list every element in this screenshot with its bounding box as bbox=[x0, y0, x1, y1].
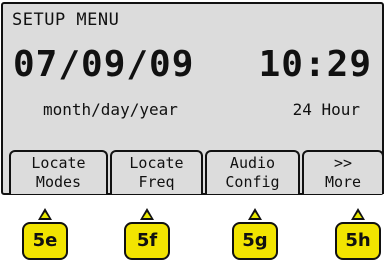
lcd-display: SETUP MENU 07/09/09 10:29 month/day/year… bbox=[1, 2, 384, 195]
softkey-label-line2: Freq bbox=[138, 173, 175, 191]
softkey-label-line2: Config bbox=[225, 173, 280, 191]
date-value: 07/09/09 bbox=[13, 44, 195, 85]
softkey-label-line1: Audio bbox=[229, 154, 276, 172]
softkey-locate-modes[interactable]: Locate Modes bbox=[9, 150, 108, 194]
softkey-label-line1: Locate bbox=[31, 154, 86, 172]
softkey-label-line1: >> bbox=[333, 154, 353, 172]
key-button-5f[interactable]: 5f bbox=[124, 222, 170, 260]
softkey-audio-config[interactable]: Audio Config bbox=[205, 150, 300, 194]
key-button-5g[interactable]: 5g bbox=[232, 222, 278, 260]
key-button-5e[interactable]: 5e bbox=[22, 222, 68, 260]
softkey-label-line2: Modes bbox=[35, 173, 82, 191]
time-format-label: 24 Hour bbox=[292, 100, 360, 119]
key-button-5h[interactable]: 5h bbox=[335, 222, 381, 260]
menu-title: SETUP MENU bbox=[12, 10, 120, 30]
time-value: 10:29 bbox=[258, 44, 372, 85]
pointer-arrow-icon bbox=[351, 208, 365, 220]
softkey-more[interactable]: >> More bbox=[302, 150, 384, 194]
softkey-label-line1: Locate bbox=[129, 154, 184, 172]
softkey-locate-freq[interactable]: Locate Freq bbox=[110, 150, 203, 194]
softkey-label-line2: More bbox=[324, 173, 362, 191]
pointer-arrow-icon bbox=[248, 208, 262, 220]
pointer-arrow-icon bbox=[38, 208, 52, 220]
pointer-arrow-icon bbox=[140, 208, 154, 220]
date-format-label: month/day/year bbox=[43, 100, 178, 119]
